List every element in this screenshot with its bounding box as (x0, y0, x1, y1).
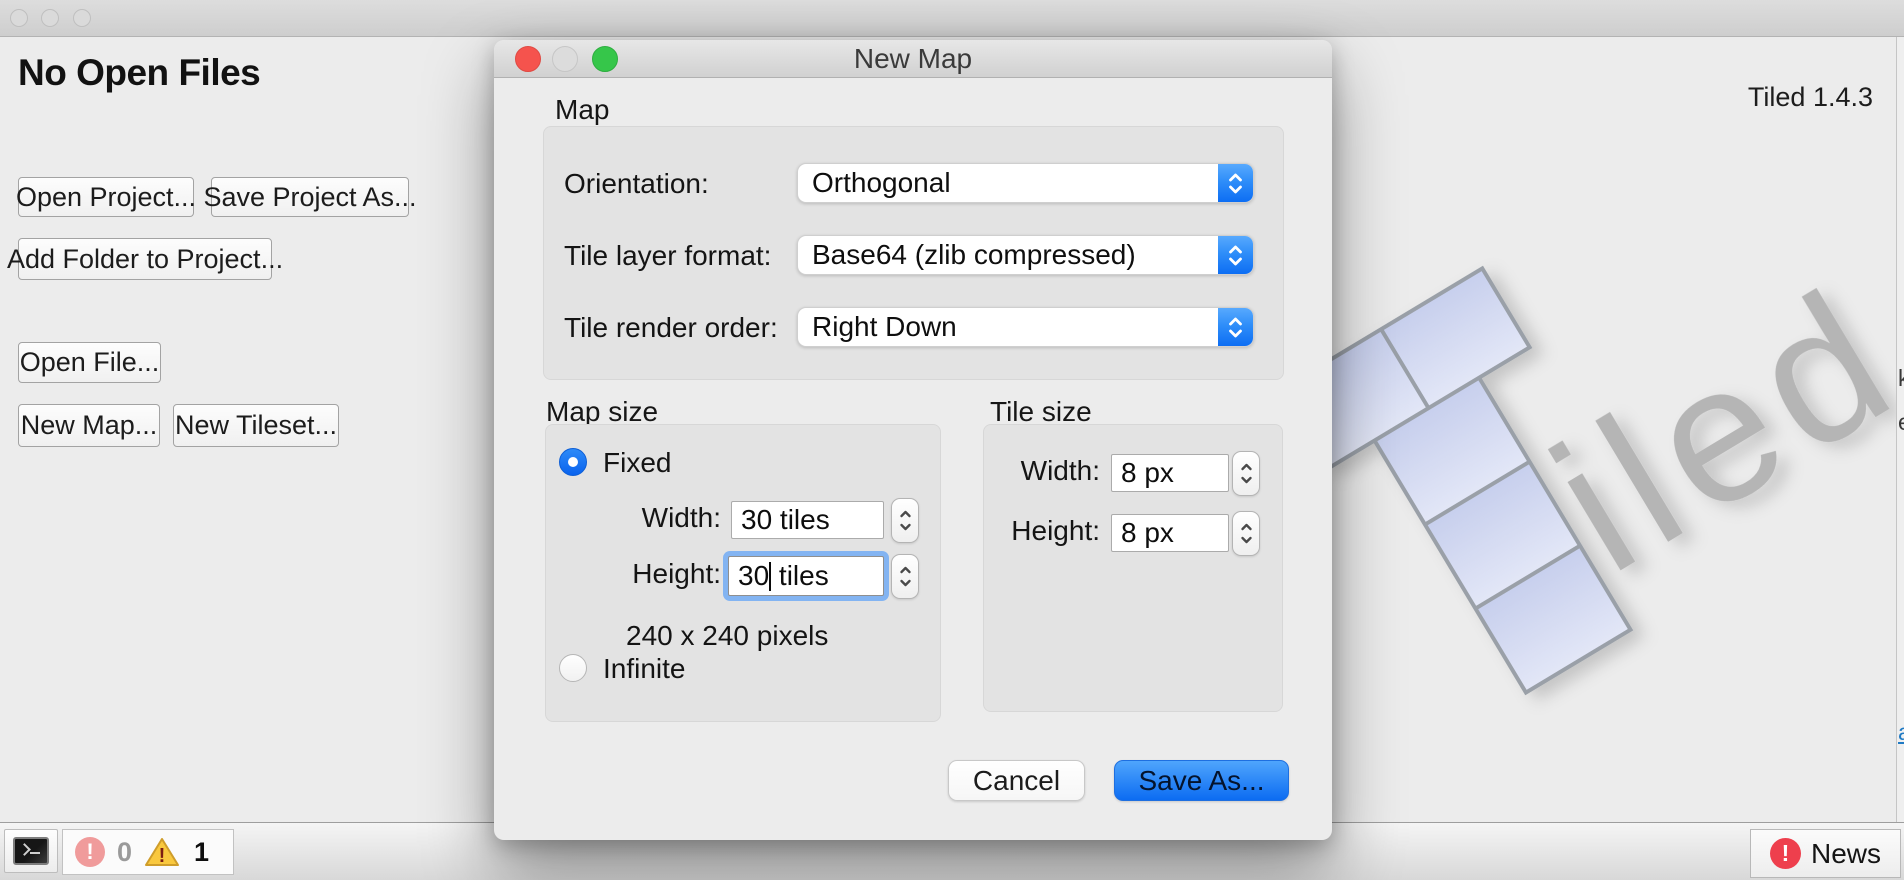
clipped-text-fragment: e (1898, 409, 1904, 436)
clipped-link-fragment[interactable]: a (1898, 719, 1904, 746)
tile-size-groupbox: Width: 8 px Height: 8 px (983, 424, 1283, 712)
error-count: 0 (117, 837, 132, 868)
new-tileset-button[interactable]: New Tileset... (173, 404, 339, 447)
map-height-label: Height: (605, 558, 721, 590)
map-size-groupbox: Fixed Width: 30 tiles Height: 30 tiles 2… (545, 424, 941, 722)
minimize-window-icon[interactable] (41, 9, 59, 27)
svg-text:!: ! (159, 845, 166, 867)
clipped-right-panel: k e a (1896, 37, 1904, 822)
pixels-summary: 240 x 240 pixels (626, 620, 828, 652)
tile-render-order-label: Tile render order: (564, 312, 778, 344)
zoom-window-icon[interactable] (73, 9, 91, 27)
tile-width-label: Width: (993, 455, 1100, 487)
tile-render-order-select[interactable]: Right Down (797, 307, 1254, 347)
dialog-title: New Map (494, 40, 1332, 78)
orientation-select[interactable]: Orthogonal (797, 163, 1254, 203)
app-version-label: Tiled 1.4.3 (1748, 82, 1873, 113)
new-map-dialog: New Map Map Orientation: Orthogonal Tile… (494, 40, 1332, 840)
tile-layer-format-label: Tile layer format: (564, 240, 771, 272)
map-height-stepper[interactable] (891, 554, 919, 599)
terminal-icon (13, 837, 49, 865)
open-file-button[interactable]: Open File... (18, 342, 161, 383)
tile-layer-format-value: Base64 (zlib compressed) (798, 239, 1136, 271)
save-project-as-button[interactable]: Save Project As... (211, 177, 409, 217)
news-alert-icon: ! (1770, 838, 1801, 869)
error-icon: ! (75, 837, 105, 867)
new-map-button[interactable]: New Map... (18, 404, 160, 447)
map-width-label: Width: (605, 502, 721, 534)
map-width-stepper[interactable] (891, 498, 919, 543)
chevron-up-down-icon (1218, 163, 1253, 203)
warning-icon: ! (144, 836, 180, 868)
messages-counter-panel[interactable]: ! 0 ! 1 (62, 829, 234, 875)
chevron-up-down-icon (1218, 235, 1253, 275)
orientation-label: Orientation: (564, 168, 709, 200)
news-button[interactable]: ! News (1750, 829, 1901, 878)
tile-height-input[interactable]: 8 px (1111, 514, 1229, 552)
tile-layer-format-select[interactable]: Base64 (zlib compressed) (797, 235, 1254, 275)
map-height-focus-ring: 30 tiles (723, 551, 889, 601)
add-folder-to-project-button[interactable]: Add Folder to Project... (18, 238, 272, 280)
infinite-radio[interactable] (559, 654, 587, 682)
dialog-titlebar[interactable]: New Map (494, 40, 1332, 78)
cancel-button[interactable]: Cancel (948, 760, 1085, 801)
clipped-text-fragment: k (1898, 365, 1904, 392)
warning-count: 1 (194, 837, 209, 868)
fixed-label: Fixed (603, 447, 671, 479)
tile-width-input[interactable]: 8 px (1111, 454, 1229, 492)
tile-height-label: Height: (993, 515, 1100, 547)
tile-render-order-value: Right Down (798, 311, 957, 343)
chevron-up-down-icon (1218, 307, 1253, 347)
page-title: No Open Files (18, 52, 260, 94)
map-height-input[interactable]: 30 tiles (728, 556, 884, 596)
map-section-label: Map (555, 94, 609, 126)
infinite-label: Infinite (603, 653, 686, 685)
tile-height-stepper[interactable] (1232, 511, 1260, 556)
open-project-button[interactable]: Open Project... (18, 177, 194, 217)
orientation-value: Orthogonal (798, 167, 951, 199)
tile-width-stepper[interactable] (1232, 451, 1260, 496)
fixed-radio[interactable] (559, 448, 587, 476)
save-as-button[interactable]: Save As... (1114, 760, 1289, 801)
console-button[interactable] (4, 829, 58, 873)
main-window-titlebar (0, 0, 1904, 37)
map-width-input[interactable]: 30 tiles (731, 501, 884, 539)
news-label: News (1811, 838, 1881, 870)
close-window-icon[interactable] (10, 9, 28, 27)
